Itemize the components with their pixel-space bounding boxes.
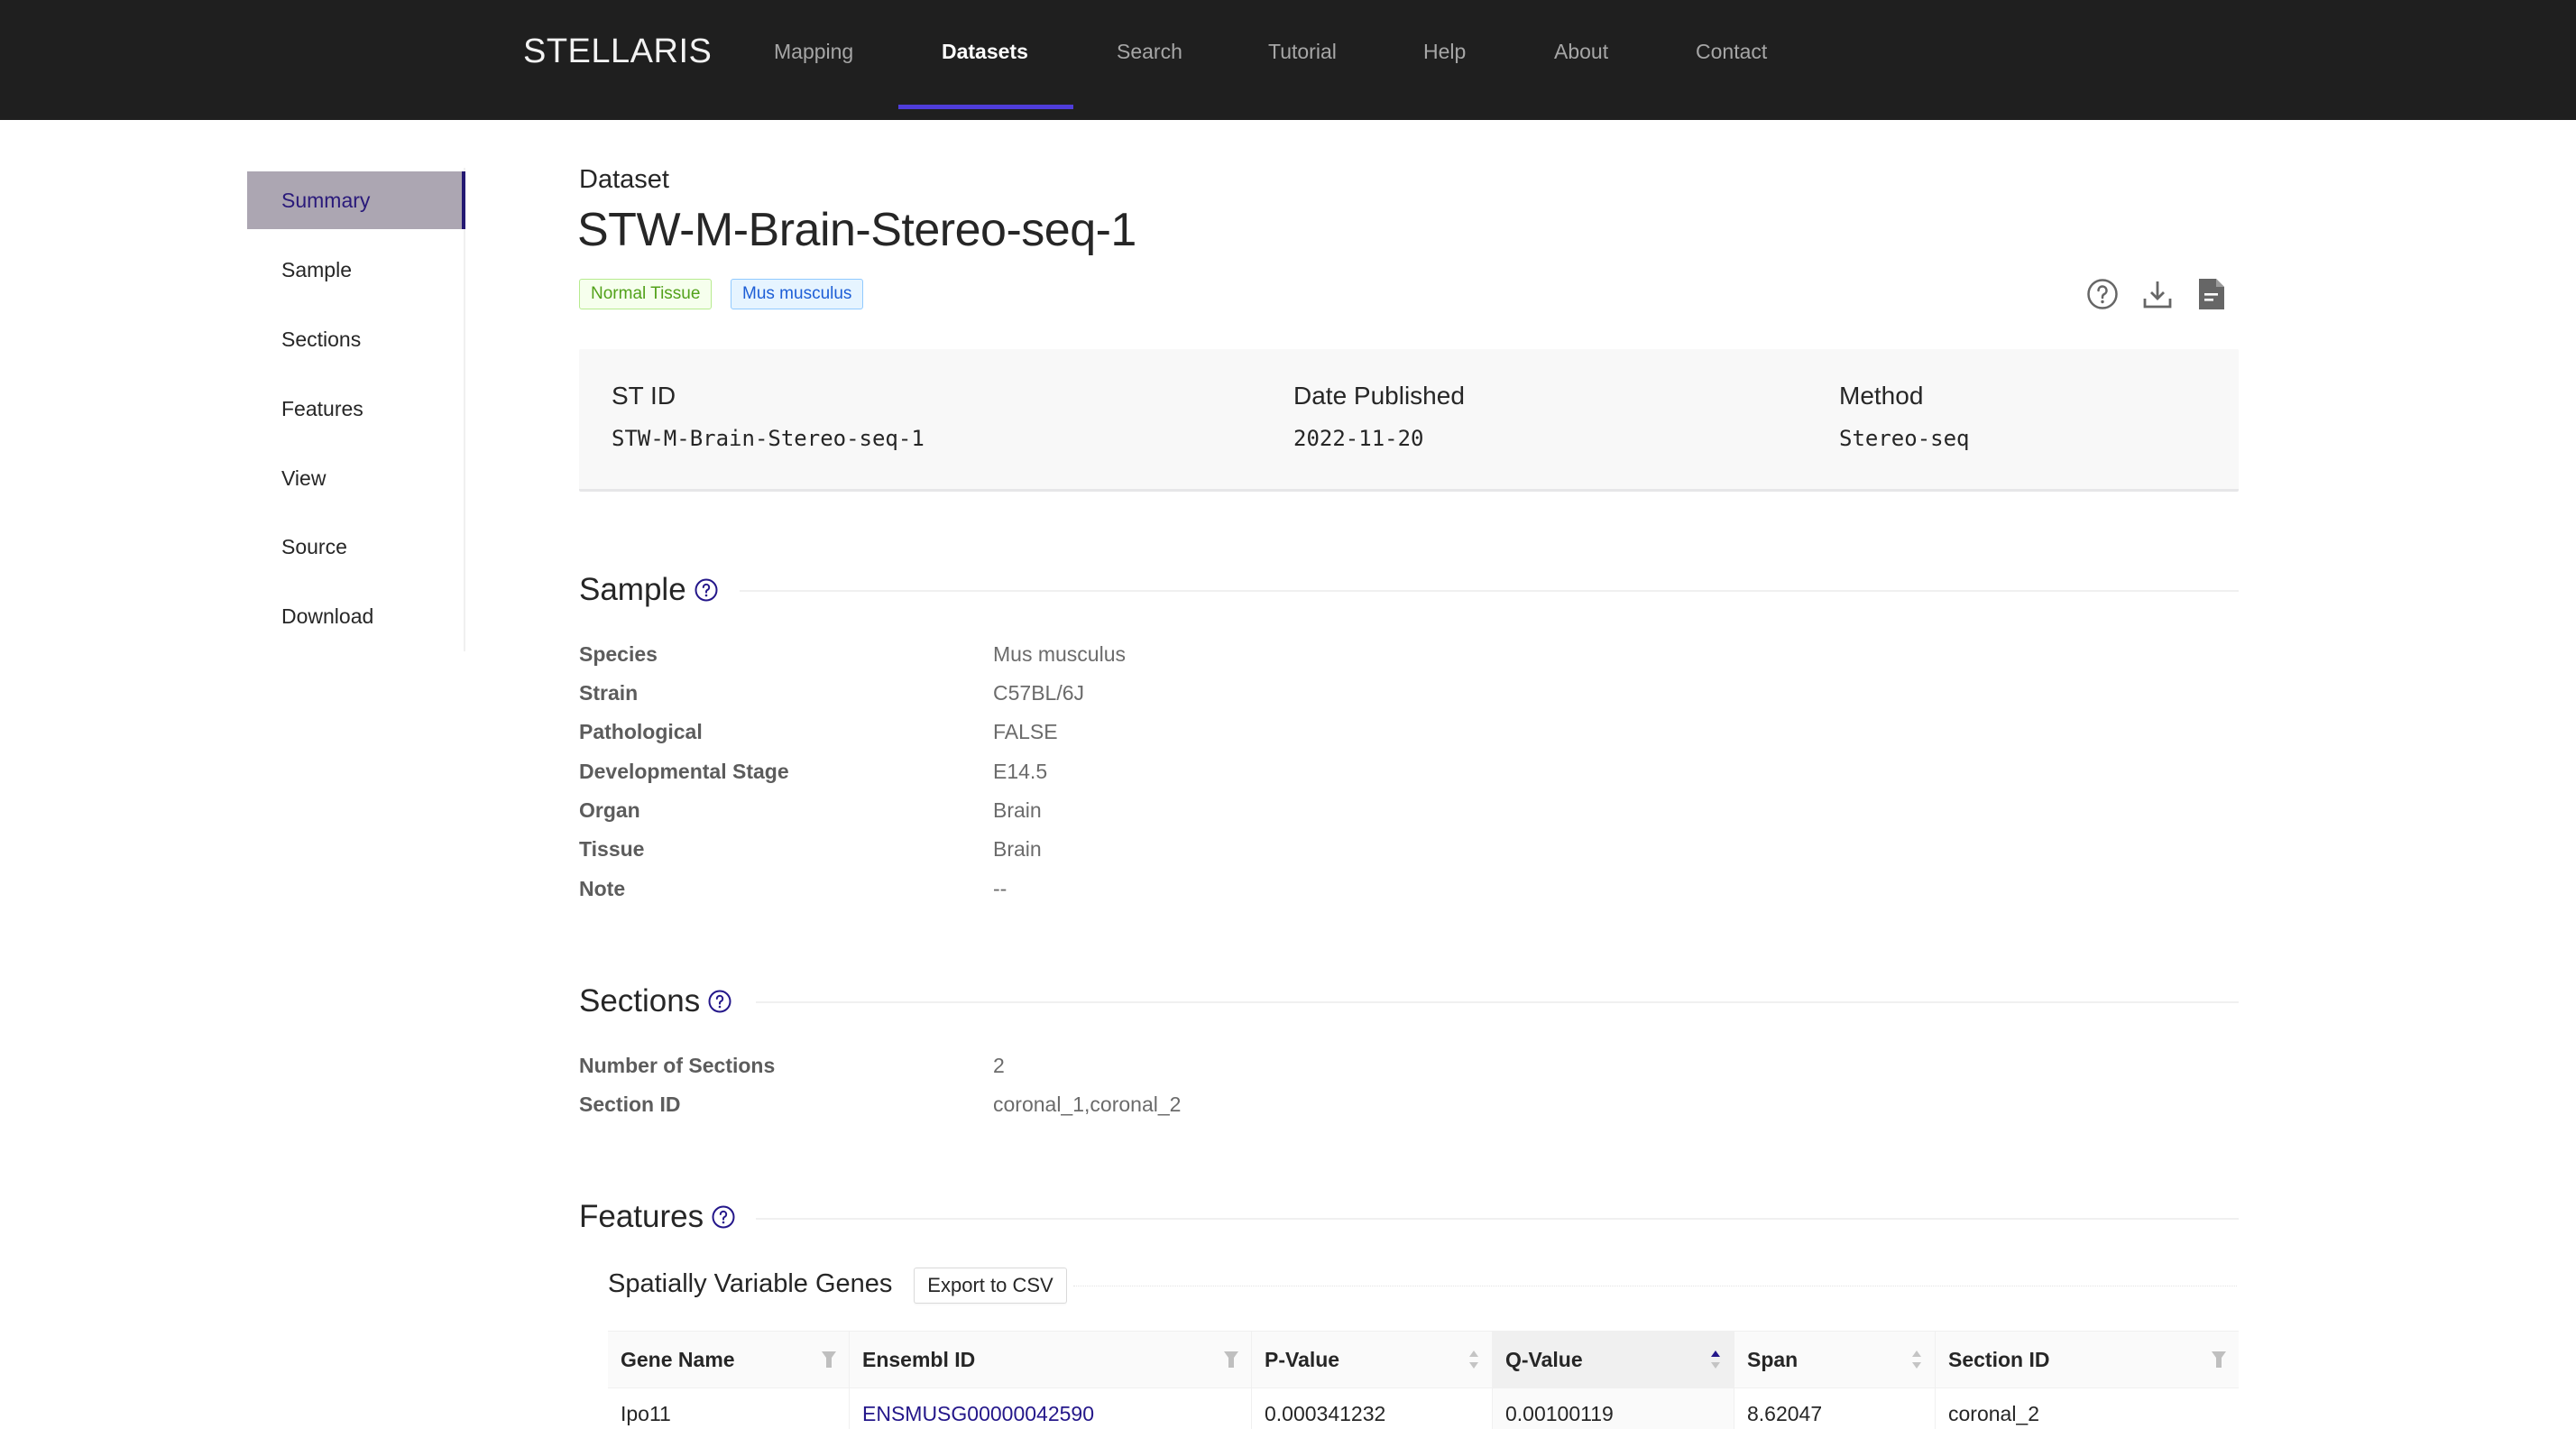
developmental-stage-value: E14.5: [993, 760, 1048, 783]
page-eyebrow: Dataset: [579, 165, 669, 194]
section-id-label: Section ID: [579, 1092, 681, 1116]
ensembl-link[interactable]: ENSMUSG00000042590: [862, 1402, 1094, 1425]
filter-icon[interactable]: [822, 1331, 836, 1388]
tissue-badge: Normal Tissue: [579, 279, 713, 309]
sections-heading-text: Sections: [579, 983, 701, 1019]
section-divider: [740, 590, 2239, 592]
tissue-value: Brain: [993, 837, 1042, 861]
sidebar-item-view[interactable]: View: [247, 449, 464, 507]
date-published-label: Date Published: [1293, 382, 1465, 410]
nav-mapping[interactable]: Mapping: [774, 40, 853, 64]
sidebar: Summary Sample Sections Features View So…: [247, 168, 465, 651]
cell-q-value: 0.00100119: [1493, 1388, 1734, 1429]
features-heading: Features: [579, 1199, 736, 1235]
organ-label: Organ: [579, 798, 640, 822]
sidebar-item-summary[interactable]: Summary: [247, 171, 465, 229]
summary-card: ST ID STW-M-Brain-Stereo-seq-1 Date Publ…: [579, 349, 2239, 492]
column-label: P-Value: [1265, 1348, 1340, 1371]
column-label: Section ID: [1948, 1348, 2050, 1371]
nav-contact[interactable]: Contact: [1696, 40, 1767, 64]
sidebar-item-sections[interactable]: Sections: [247, 310, 464, 368]
tissue-label: Tissue: [579, 837, 645, 861]
organ-value: Brain: [993, 798, 1042, 822]
date-published-value: 2022-11-20: [1293, 426, 1424, 451]
note-value: --: [993, 877, 1007, 900]
nav-help[interactable]: Help: [1423, 40, 1466, 64]
column-label: Gene Name: [621, 1348, 735, 1371]
species-value: Mus musculus: [993, 642, 1126, 666]
column-header-q-value[interactable]: Q-Value: [1493, 1331, 1734, 1388]
nav-search[interactable]: Search: [1117, 40, 1182, 64]
species-badge: Mus musculus: [731, 279, 864, 309]
cell-gene-name: Ipo11: [608, 1388, 850, 1429]
sort-ascending-icon[interactable]: [1710, 1331, 1721, 1388]
sidebar-item-sample[interactable]: Sample: [247, 241, 464, 299]
strain-label: Strain: [579, 681, 639, 705]
column-header-p-value[interactable]: P-Value: [1252, 1331, 1493, 1388]
column-header-gene-name[interactable]: Gene Name: [608, 1331, 850, 1388]
sample-heading: Sample: [579, 572, 719, 608]
method-value: Stereo-seq: [1839, 426, 1970, 451]
nav-tutorial[interactable]: Tutorial: [1268, 40, 1337, 64]
column-header-ensembl-id[interactable]: Ensembl ID: [850, 1331, 1252, 1388]
sort-icon[interactable]: [1468, 1331, 1479, 1388]
column-label: Span: [1747, 1348, 1799, 1371]
export-csv-button[interactable]: Export to CSV: [914, 1268, 1067, 1304]
page-title: STW-M-Brain-Stereo-seq-1: [577, 204, 1136, 256]
species-label: Species: [579, 642, 658, 666]
number-of-sections-value: 2: [993, 1054, 1005, 1077]
column-header-span[interactable]: Span: [1734, 1331, 1936, 1388]
active-nav-indicator: [898, 105, 1073, 109]
brand-logo[interactable]: STELLARIS: [523, 32, 712, 71]
cell-ensembl-id: ENSMUSG00000042590: [850, 1388, 1252, 1429]
svg-subheading: Spatially Variable Genes: [608, 1269, 893, 1298]
st-id-label: ST ID: [612, 382, 676, 410]
section-divider: [756, 1001, 2239, 1003]
sidebar-item-source[interactable]: Source: [247, 518, 464, 576]
column-header-section-id[interactable]: Section ID: [1936, 1331, 2239, 1388]
features-heading-text: Features: [579, 1199, 704, 1234]
sample-heading-text: Sample: [579, 572, 686, 607]
sections-heading: Sections: [579, 983, 732, 1019]
document-icon[interactable]: [2192, 274, 2231, 314]
number-of-sections-label: Number of Sections: [579, 1054, 776, 1077]
sidebar-item-features[interactable]: Features: [247, 380, 464, 438]
pathological-label: Pathological: [579, 720, 703, 743]
top-navbar: STELLARIS Mapping Datasets Search Tutori…: [0, 0, 2576, 120]
filter-icon[interactable]: [2212, 1331, 2226, 1388]
sidebar-item-download[interactable]: Download: [247, 587, 464, 645]
nav-about[interactable]: About: [1554, 40, 1608, 64]
note-label: Note: [579, 877, 626, 900]
section-id-value: coronal_1,coronal_2: [993, 1092, 1182, 1116]
sort-icon[interactable]: [1911, 1331, 1922, 1388]
cell-section-id: coronal_2: [1948, 1402, 2040, 1425]
help-icon[interactable]: [694, 577, 719, 603]
developmental-stage-label: Developmental Stage: [579, 760, 789, 783]
nav-datasets[interactable]: Datasets: [942, 40, 1028, 64]
cell-span: 8.62047: [1734, 1388, 1936, 1429]
method-label: Method: [1839, 382, 1924, 410]
st-id-value: STW-M-Brain-Stereo-seq-1: [612, 426, 925, 451]
column-label: Q-Value: [1505, 1348, 1583, 1371]
pathological-value: FALSE: [993, 720, 1058, 743]
help-icon[interactable]: [711, 1204, 736, 1230]
help-icon[interactable]: [707, 989, 732, 1014]
section-divider: [756, 1218, 2239, 1220]
column-label: Ensembl ID: [862, 1348, 976, 1371]
download-icon[interactable]: [2138, 274, 2177, 314]
help-circle-icon[interactable]: [2083, 274, 2122, 314]
strain-value: C57BL/6J: [993, 681, 1085, 705]
filter-icon[interactable]: [1224, 1331, 1238, 1388]
cell-p-value: 0.000341232: [1252, 1388, 1493, 1429]
